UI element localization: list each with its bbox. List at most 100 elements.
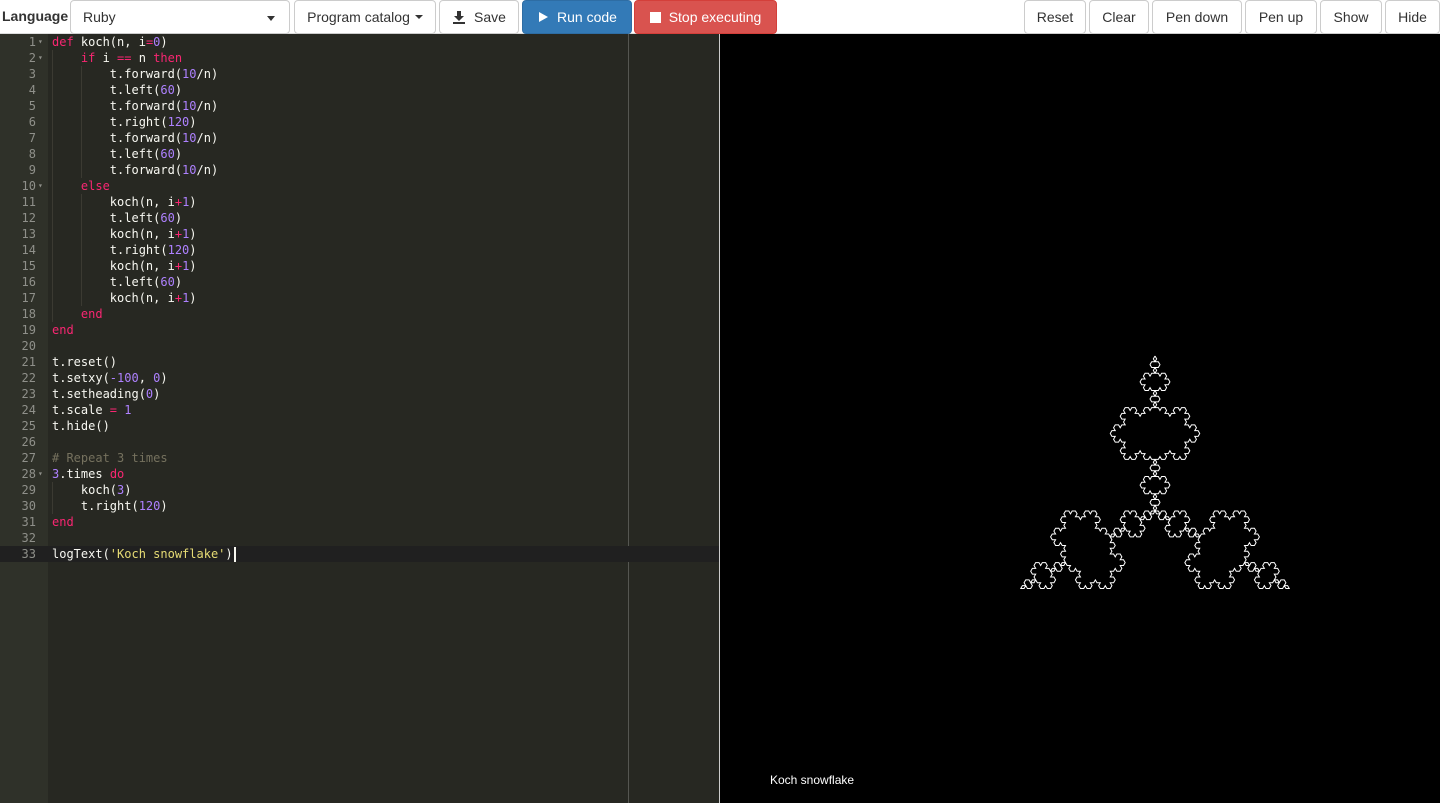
code-line[interactable]: 15 koch(n, i+1): [0, 258, 719, 274]
code-line[interactable]: 16 t.left(60): [0, 274, 719, 290]
code-line[interactable]: 14 t.right(120): [0, 242, 719, 258]
code-line[interactable]: 13 koch(n, i+1): [0, 226, 719, 242]
line-number: 4: [28, 83, 36, 97]
code-line[interactable]: 4 t.left(60): [0, 82, 719, 98]
code-line[interactable]: 24 t.scale = 1: [0, 402, 719, 418]
save-button[interactable]: Save: [439, 0, 519, 34]
line-number: 19: [21, 323, 36, 337]
code-text: koch(3): [52, 483, 132, 497]
fold-arrow-icon[interactable]: ▾: [38, 178, 43, 194]
code-line[interactable]: 5 t.forward(10/n): [0, 98, 719, 114]
stop-executing-button[interactable]: Stop executing: [634, 0, 777, 34]
code-line[interactable]: 23 t.setheading(0): [0, 386, 719, 402]
line-number: 20: [21, 339, 36, 353]
code-text: koch(n, i+1): [52, 227, 197, 241]
code-text: t.forward(10/n): [52, 131, 219, 145]
code-line[interactable]: 19 end: [0, 322, 719, 338]
line-number: 21: [21, 355, 36, 369]
line-number: 7: [28, 131, 36, 145]
code-line[interactable]: 12 t.left(60): [0, 210, 719, 226]
line-number: 13: [21, 227, 36, 241]
line-number: 18: [21, 307, 36, 321]
line-number: 10: [21, 179, 36, 193]
code-text: t.left(60): [52, 83, 183, 97]
code-line[interactable]: 11 koch(n, i+1): [0, 194, 719, 210]
line-number: 33: [21, 547, 36, 561]
pen-down-button[interactable]: Pen down: [1152, 0, 1242, 34]
line-number: 30: [21, 499, 36, 513]
code-line[interactable]: 22 t.setxy(-100, 0): [0, 370, 719, 386]
code-text: t.right(120): [52, 499, 168, 513]
fold-arrow-icon[interactable]: ▾: [38, 34, 43, 50]
code-line[interactable]: 8 t.left(60): [0, 146, 719, 162]
code-line[interactable]: 26: [0, 434, 719, 450]
code-line[interactable]: 2 ▾ if i == n then: [0, 50, 719, 66]
code-text: t.setheading(0): [52, 387, 161, 401]
code-line[interactable]: 31 end: [0, 514, 719, 530]
code-line[interactable]: 7 t.forward(10/n): [0, 130, 719, 146]
program-catalog-button[interactable]: Program catalog: [294, 0, 436, 34]
line-number: 3: [28, 67, 36, 81]
show-button[interactable]: Show: [1320, 0, 1382, 34]
line-number: 2: [28, 51, 36, 65]
language-select[interactable]: Ruby: [70, 0, 290, 34]
line-number: 16: [21, 275, 36, 289]
code-line[interactable]: 17 koch(n, i+1): [0, 290, 719, 306]
code-text: t.hide(): [52, 419, 110, 433]
text-cursor: [233, 547, 236, 562]
chevron-down-icon: [267, 16, 275, 21]
stop-executing-label: Stop executing: [668, 9, 762, 25]
turtle-canvas: Koch snowflake: [720, 34, 1440, 803]
play-icon: [537, 11, 549, 23]
toolbar: Language Ruby Program catalog Save Run c…: [0, 0, 1440, 34]
code-text: t.left(60): [52, 147, 183, 161]
code-text: koch(n, i+1): [52, 195, 197, 209]
code-line[interactable]: 6 t.right(120): [0, 114, 719, 130]
line-number: 15: [21, 259, 36, 273]
line-number: 28: [21, 467, 36, 481]
language-select-value: Ruby: [83, 9, 116, 25]
clear-button[interactable]: Clear: [1089, 0, 1149, 34]
code-line[interactable]: 30 t.right(120): [0, 498, 719, 514]
code-line[interactable]: 20: [0, 338, 719, 354]
code-line[interactable]: 1 ▾ def koch(n, i=0): [0, 34, 719, 50]
line-number: 32: [21, 531, 36, 545]
code-line[interactable]: 21 t.reset(): [0, 354, 719, 370]
code-line[interactable]: 9 t.forward(10/n): [0, 162, 719, 178]
program-catalog-label: Program catalog: [307, 9, 410, 25]
fold-arrow-icon[interactable]: ▾: [38, 466, 43, 482]
reset-button[interactable]: Reset: [1024, 0, 1086, 34]
code-text: t.forward(10/n): [52, 163, 219, 177]
code-text: if i == n then: [80, 51, 183, 65]
code-text: logText('Koch snowflake'): [52, 546, 236, 562]
code-line[interactable]: 18 end: [0, 306, 719, 322]
run-code-button[interactable]: Run code: [522, 0, 632, 34]
line-number: 26: [21, 435, 36, 449]
pen-up-button[interactable]: Pen up: [1245, 0, 1317, 34]
code-line[interactable]: 33 logText('Koch snowflake'): [0, 546, 719, 562]
code-line[interactable]: 28 ▾ 3.times do: [0, 466, 719, 482]
code-line[interactable]: 3 t.forward(10/n): [0, 66, 719, 82]
line-number: 12: [21, 211, 36, 225]
code-text: t.right(120): [52, 243, 197, 257]
line-number: 22: [21, 371, 36, 385]
line-number: 1: [28, 35, 36, 49]
code-line[interactable]: 32: [0, 530, 719, 546]
run-code-label: Run code: [557, 9, 617, 25]
line-number: 17: [21, 291, 36, 305]
fold-arrow-icon[interactable]: ▾: [38, 50, 43, 66]
hide-button[interactable]: Hide: [1385, 0, 1440, 34]
code-line[interactable]: 27 # Repeat 3 times: [0, 450, 719, 466]
log-text: Koch snowflake: [770, 773, 855, 787]
code-editor[interactable]: 1 ▾ def koch(n, i=0) 2 ▾ if i == n then 3 t.f…: [0, 34, 719, 803]
code-line[interactable]: 25 t.hide(): [0, 418, 719, 434]
code-text: def koch(n, i=0): [52, 35, 168, 49]
code-line[interactable]: 10 ▾ else: [0, 178, 719, 194]
code-text: koch(n, i+1): [52, 291, 197, 305]
code-line[interactable]: 29 koch(3): [0, 482, 719, 498]
line-number: 14: [21, 243, 36, 257]
line-number: 8: [28, 147, 36, 161]
code-text: t.reset(): [52, 355, 118, 369]
code-text: t.left(60): [52, 275, 183, 289]
line-number: 27: [21, 451, 36, 465]
